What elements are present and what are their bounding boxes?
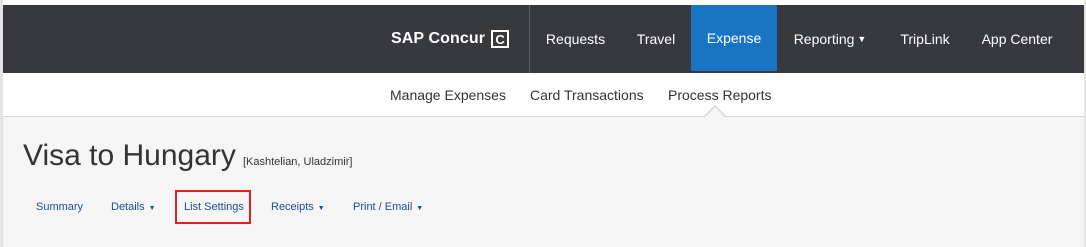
active-subnav-indicator-fill — [705, 107, 725, 117]
subnav-card-transactions-label: Card Transactions — [530, 86, 644, 103]
subnav-manage-expenses-label: Manage Expenses — [390, 86, 506, 103]
nav-app-center[interactable]: App Center — [967, 5, 1067, 73]
tab-details-label: Details — [111, 201, 145, 213]
tab-print-email-label: Print / Email — [353, 201, 413, 213]
expense-subnav: Manage Expenses Card Transactions Proces… — [3, 73, 1084, 117]
top-navigation-bar: SAP Concur C Requests Travel Expense Rep… — [3, 5, 1084, 73]
subnav-card-transactions[interactable]: Card Transactions — [530, 73, 644, 116]
caret-down-icon: ▼ — [416, 205, 424, 212]
nav-expense-label: Expense — [706, 30, 762, 46]
nav-requests-label: Requests — [545, 31, 606, 47]
nav-travel-label: Travel — [636, 31, 676, 47]
subnav-manage-expenses[interactable]: Manage Expenses — [390, 73, 506, 116]
report-owner: [Kashtelian, Uladzimir] — [243, 156, 353, 168]
subnav-process-reports-label: Process Reports — [668, 86, 772, 103]
tab-print-email[interactable]: Print / Email ▼ — [353, 201, 423, 213]
nav-requests[interactable]: Requests — [530, 5, 621, 73]
tab-receipts[interactable]: Receipts ▼ — [271, 201, 325, 213]
nav-app-center-label: App Center — [981, 31, 1053, 47]
report-title: Visa to Hungary — [23, 139, 236, 172]
nav-expense[interactable]: Expense — [691, 5, 777, 71]
caret-down-icon: ▼ — [857, 34, 867, 44]
tab-receipts-label: Receipts — [271, 201, 314, 213]
nav-reporting[interactable]: Reporting ▼ — [777, 5, 883, 73]
list-settings-highlight-box — [175, 190, 251, 224]
brand-logo[interactable]: SAP Concur C — [391, 5, 510, 73]
caret-down-icon: ▼ — [317, 205, 325, 212]
tab-summary-label: Summary — [36, 201, 84, 213]
nav-triplink-label: TripLink — [900, 31, 950, 47]
nav-triplink[interactable]: TripLink — [883, 5, 967, 73]
concur-logo-icon: C — [491, 30, 510, 48]
nav-reporting-label: Reporting — [793, 31, 855, 47]
brand-name: SAP Concur — [391, 30, 486, 47]
tab-details[interactable]: Details ▼ — [111, 201, 156, 213]
report-content-area: Visa to Hungary [Kashtelian, Uladzimir] … — [3, 117, 1084, 247]
caret-down-icon: ▼ — [148, 205, 156, 212]
tab-summary[interactable]: Summary — [36, 201, 83, 213]
nav-travel[interactable]: Travel — [621, 5, 691, 73]
